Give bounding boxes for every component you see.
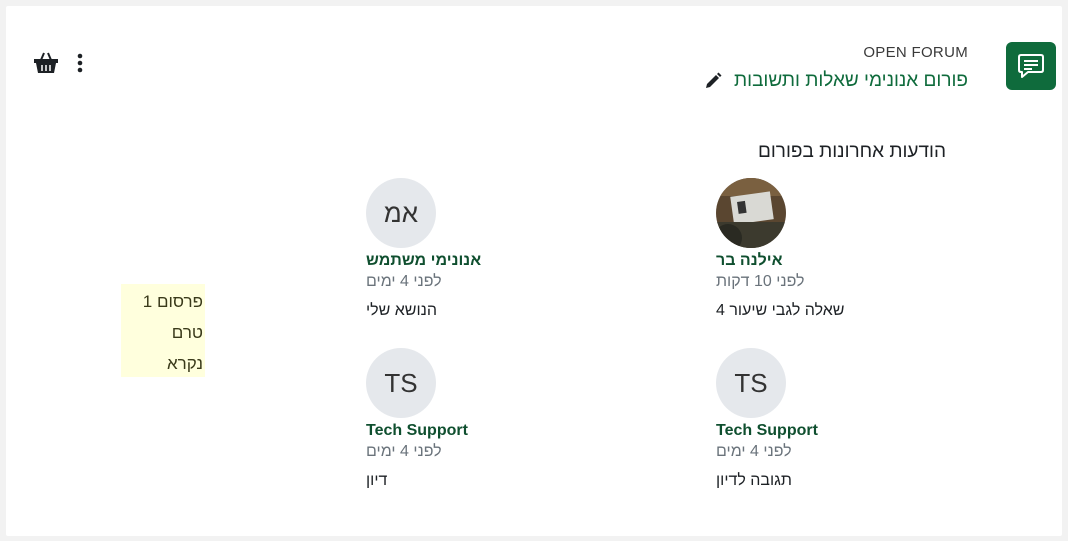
post-subject[interactable]: תגובה לדיון — [716, 470, 792, 491]
post-item: TS Tech Support לפני 4 ימים דיון — [366, 348, 596, 491]
avatar[interactable]: אמ — [366, 178, 436, 248]
unread-label: טרם — [171, 323, 203, 342]
forum-activity-icon — [1006, 42, 1056, 90]
post-subject[interactable]: דיון — [366, 470, 387, 491]
post-subject[interactable]: שאלה לגבי שיעור 4 — [716, 300, 844, 321]
pencil-icon[interactable] — [704, 72, 722, 90]
basket-icon[interactable] — [33, 52, 59, 79]
avatar[interactable]: TS — [716, 348, 786, 418]
avatar[interactable] — [716, 178, 786, 248]
recent-posts-heading: הודעות אחרונות בפורום — [757, 141, 946, 162]
post-author[interactable]: אילנה בר — [716, 250, 783, 271]
post-time: לפני 4 ימים — [716, 443, 792, 460]
unread-label: נקרא — [166, 354, 203, 373]
unread-posts-badge[interactable]: פרסום 1 טרם נקרא — [121, 284, 205, 377]
post-time: לפני 4 ימים — [366, 443, 442, 460]
avatar[interactable]: TS — [366, 348, 436, 418]
post-time: לפני 10 דקות — [716, 273, 805, 290]
post-author[interactable]: Tech Support — [366, 420, 468, 441]
forum-title-row: פורום אנונימי שאלות ותשובות — [704, 70, 968, 92]
post-author[interactable]: Tech Support — [716, 420, 818, 441]
forum-chat-icon — [1018, 54, 1044, 78]
post-item: אמ אנונימי משתמש לפני 4 ימים הנושא שלי — [366, 178, 596, 321]
module-type-label: OPEN FORUM — [863, 44, 968, 61]
kebab-menu-icon[interactable] — [77, 53, 83, 78]
header-actions — [33, 52, 83, 79]
post-time: לפני 4 ימים — [366, 273, 442, 290]
post-author[interactable]: אנונימי משתמש — [366, 250, 481, 271]
user-photo — [716, 178, 786, 248]
unread-count: פרסום 1 — [142, 292, 203, 311]
forum-title[interactable]: פורום אנונימי שאלות ותשובות — [734, 70, 968, 92]
post-item: אילנה בר לפני 10 דקות שאלה לגבי שיעור 4 — [716, 178, 946, 321]
post-subject[interactable]: הנושא שלי — [366, 300, 437, 321]
post-item: TS Tech Support לפני 4 ימים תגובה לדיון — [716, 348, 946, 491]
